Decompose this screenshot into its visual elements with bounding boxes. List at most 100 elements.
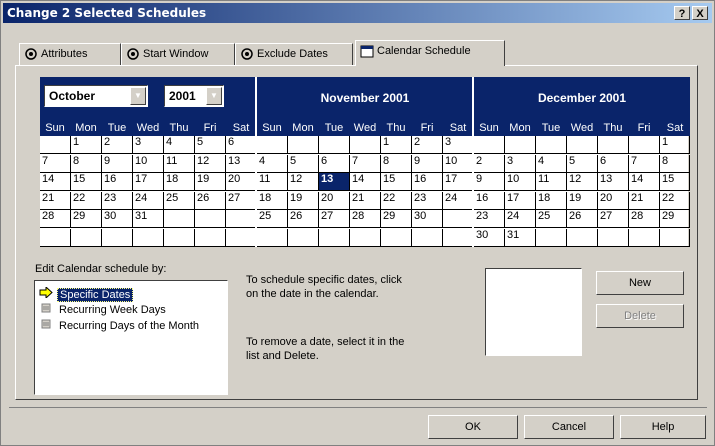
day-cell[interactable]: 30: [412, 210, 443, 228]
day-cell[interactable]: 9: [102, 154, 133, 173]
day-cell[interactable]: 24: [133, 191, 164, 210]
list-item-recurring-week-days[interactable]: Recurring Week Days: [39, 303, 168, 318]
day-cell[interactable]: 19: [288, 191, 319, 210]
day-cell[interactable]: 21: [629, 191, 660, 210]
day-cell[interactable]: 15: [660, 173, 690, 191]
day-cell[interactable]: 17: [505, 191, 536, 210]
day-cell[interactable]: 29: [71, 210, 102, 228]
day-cell[interactable]: 24: [443, 191, 473, 210]
day-cell[interactable]: 16: [474, 191, 505, 210]
day-cell[interactable]: 14: [629, 173, 660, 191]
day-cell[interactable]: 17: [443, 173, 473, 191]
day-cell[interactable]: 29: [660, 210, 690, 228]
day-cell[interactable]: 30: [474, 228, 505, 247]
day-cell[interactable]: 27: [598, 210, 629, 228]
day-cell[interactable]: 3: [505, 154, 536, 173]
day-cell[interactable]: 30: [102, 210, 133, 228]
day-cell[interactable]: 21: [40, 191, 71, 210]
day-cell[interactable]: 23: [412, 191, 443, 210]
day-cell[interactable]: 4: [164, 136, 195, 154]
day-cell[interactable]: 16: [102, 173, 133, 191]
help-title-button[interactable]: ?: [674, 6, 690, 20]
tab-calendar-schedule[interactable]: Calendar Schedule: [355, 40, 505, 66]
day-cell[interactable]: 25: [257, 210, 288, 228]
day-cell[interactable]: 26: [195, 191, 226, 210]
list-item-recurring-days-of-month[interactable]: Recurring Days of the Month: [39, 319, 201, 334]
day-cell[interactable]: 7: [350, 154, 381, 173]
day-cell[interactable]: 19: [195, 173, 226, 191]
day-cell[interactable]: 15: [381, 173, 412, 191]
day-cell[interactable]: 12: [288, 173, 319, 191]
day-cell[interactable]: 31: [133, 210, 164, 228]
day-cell[interactable]: 27: [226, 191, 256, 210]
day-cell[interactable]: 28: [629, 210, 660, 228]
day-cell[interactable]: 11: [257, 173, 288, 191]
day-cell[interactable]: 8: [71, 154, 102, 173]
day-cell[interactable]: 1: [71, 136, 102, 154]
day-cell[interactable]: 10: [505, 173, 536, 191]
day-cell[interactable]: 18: [536, 191, 567, 210]
day-cell[interactable]: 6: [598, 154, 629, 173]
day-cell[interactable]: 4: [257, 154, 288, 173]
day-cell[interactable]: 15: [71, 173, 102, 191]
day-cell[interactable]: 28: [40, 210, 71, 228]
day-cell[interactable]: 18: [257, 191, 288, 210]
day-cell[interactable]: 13: [598, 173, 629, 191]
day-cell[interactable]: 2: [102, 136, 133, 154]
day-cell[interactable]: 12: [195, 154, 226, 173]
day-cell[interactable]: 3: [133, 136, 164, 154]
day-cell[interactable]: 2: [412, 136, 443, 154]
delete-button[interactable]: Delete: [596, 304, 684, 328]
day-cell[interactable]: 23: [102, 191, 133, 210]
day-cell[interactable]: 6: [319, 154, 350, 173]
day-cell[interactable]: 10: [443, 154, 473, 173]
day-cell[interactable]: 4: [536, 154, 567, 173]
day-cell[interactable]: 13: [319, 173, 350, 191]
tab-start-window[interactable]: Start Window: [121, 43, 235, 65]
day-cell[interactable]: 24: [505, 210, 536, 228]
day-cell[interactable]: 29: [381, 210, 412, 228]
day-cell[interactable]: 12: [567, 173, 598, 191]
day-cell[interactable]: 8: [381, 154, 412, 173]
day-cell[interactable]: 3: [443, 136, 473, 154]
day-cell[interactable]: 17: [133, 173, 164, 191]
day-cell[interactable]: 11: [164, 154, 195, 173]
chevron-down-icon[interactable]: ▼: [130, 87, 146, 105]
close-button[interactable]: X: [692, 6, 708, 20]
day-cell[interactable]: 27: [319, 210, 350, 228]
day-cell[interactable]: 5: [195, 136, 226, 154]
day-cell[interactable]: 8: [660, 154, 690, 173]
year-dropdown[interactable]: 2001 ▼: [164, 85, 224, 107]
day-cell[interactable]: 26: [288, 210, 319, 228]
day-cell[interactable]: 13: [226, 154, 256, 173]
day-cell[interactable]: 5: [288, 154, 319, 173]
day-cell[interactable]: 22: [71, 191, 102, 210]
day-cell[interactable]: 21: [350, 191, 381, 210]
tab-attributes[interactable]: Attributes: [19, 43, 121, 65]
day-cell[interactable]: 5: [567, 154, 598, 173]
chevron-down-icon[interactable]: ▼: [206, 87, 222, 105]
day-cell[interactable]: 11: [536, 173, 567, 191]
day-cell[interactable]: 25: [164, 191, 195, 210]
day-cell[interactable]: 14: [350, 173, 381, 191]
month-dropdown[interactable]: October ▼: [44, 85, 148, 107]
ok-button[interactable]: OK: [428, 415, 518, 439]
edit-mode-list[interactable]: Specific Dates Recurring Week Days Recur…: [34, 280, 228, 395]
list-item-specific-dates[interactable]: Specific Dates: [39, 285, 134, 302]
day-cell[interactable]: 23: [474, 210, 505, 228]
selected-dates-list[interactable]: [485, 268, 582, 356]
day-cell[interactable]: 20: [226, 173, 256, 191]
day-cell[interactable]: 26: [567, 210, 598, 228]
day-cell[interactable]: 28: [350, 210, 381, 228]
day-cell[interactable]: 1: [381, 136, 412, 154]
day-cell[interactable]: 7: [629, 154, 660, 173]
day-cell[interactable]: 22: [381, 191, 412, 210]
day-cell[interactable]: 16: [412, 173, 443, 191]
day-cell[interactable]: 2: [474, 154, 505, 173]
day-cell[interactable]: 1: [660, 136, 690, 154]
help-button[interactable]: Help: [620, 415, 706, 439]
day-cell[interactable]: 10: [133, 154, 164, 173]
day-cell[interactable]: 20: [319, 191, 350, 210]
day-cell[interactable]: 18: [164, 173, 195, 191]
new-button[interactable]: New: [596, 271, 684, 295]
